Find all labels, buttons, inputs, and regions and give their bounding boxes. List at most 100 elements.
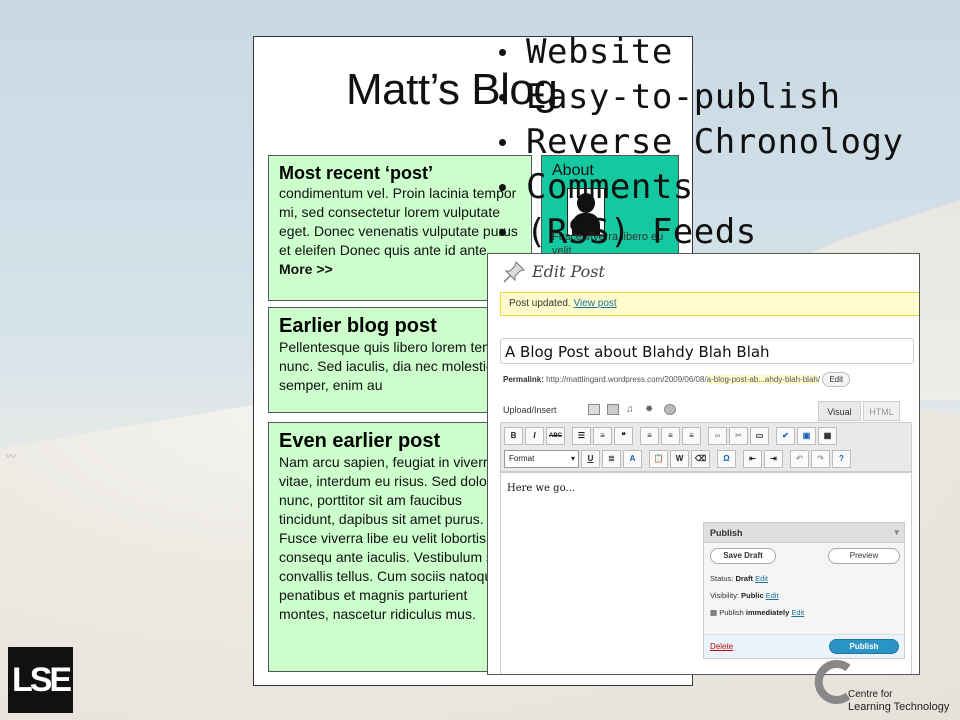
bullet-dot-icon xyxy=(499,49,506,56)
remove-format-icon[interactable]: ⌫ xyxy=(691,450,710,468)
post-body: condimentum vel. Proin lacinia tempor mi… xyxy=(279,184,521,279)
preview-button[interactable]: Preview xyxy=(828,548,900,564)
align-center-icon[interactable]: ≡ xyxy=(661,427,680,445)
paste-text-icon[interactable]: 📋 xyxy=(649,450,668,468)
align-right-icon[interactable]: ≡ xyxy=(682,427,701,445)
post-body: Nam arcu sapien, feugiat in viverra vita… xyxy=(279,454,516,622)
numbered-list-icon[interactable]: ≡ xyxy=(593,427,612,445)
status-label: Status: xyxy=(710,574,734,583)
clt-line-1: Centre for xyxy=(848,689,893,700)
text-color-icon[interactable]: A xyxy=(623,450,642,468)
add-media-icon[interactable]: ✹ xyxy=(645,404,657,415)
bullet-item: Comments xyxy=(496,165,903,210)
bullet-dot-icon xyxy=(499,184,506,191)
clt-logo-mark xyxy=(812,660,852,715)
visibility-label: Visibility: xyxy=(710,591,740,600)
bullet-item: Website xyxy=(496,30,903,75)
italic-icon[interactable]: I xyxy=(525,427,544,445)
edit-post-title: Edit Post xyxy=(532,262,605,281)
bold-icon[interactable]: B xyxy=(504,427,523,445)
visibility-edit-link[interactable]: Edit xyxy=(766,591,779,600)
more-tag-icon[interactable]: ▭ xyxy=(750,427,769,445)
post-body: Pellentesque quis libero lorem tempus nu… xyxy=(279,339,517,393)
post-heading: Most recent ‘post’ xyxy=(279,163,434,183)
toolbar-row-1: B I ABC ☰ ≡ ❝ ≡ ≡ ≡ ∞ ✂ ▭ ✔ ▣ ▦ xyxy=(504,427,837,445)
delete-link[interactable]: Delete xyxy=(710,642,733,651)
bullet-text: Website xyxy=(526,32,673,72)
publish-button[interactable]: Publish xyxy=(829,639,899,654)
bullet-item: (RSS) Feeds xyxy=(496,210,903,255)
save-draft-button[interactable]: Save Draft xyxy=(710,548,776,564)
status-edit-link[interactable]: Edit xyxy=(755,574,768,583)
schedule-row: ▦ Publish immediately Edit xyxy=(710,608,804,617)
add-image-icon[interactable] xyxy=(588,404,600,415)
post-title-input[interactable]: A Blog Post about Blahdy Blah Blah xyxy=(500,338,914,364)
underline-icon[interactable]: U xyxy=(581,450,600,468)
undo-icon[interactable]: ↶ xyxy=(790,450,809,468)
pushpin-icon xyxy=(503,261,525,283)
permalink-edit-button[interactable]: Edit xyxy=(822,372,851,387)
add-video-icon[interactable] xyxy=(607,404,619,415)
paste-word-icon[interactable]: W xyxy=(670,450,689,468)
clt-mark-icon xyxy=(814,660,851,704)
permalink-row: Permalink: http://mattlingard.wordpress.… xyxy=(503,372,913,387)
unlink-icon[interactable]: ✂ xyxy=(729,427,748,445)
tab-html[interactable]: HTML xyxy=(863,401,900,421)
special-char-icon[interactable]: Ω xyxy=(717,450,736,468)
editor-toolbar: B I ABC ☰ ≡ ❝ ≡ ≡ ≡ ∞ ✂ ▭ ✔ ▣ ▦ Format U… xyxy=(500,422,912,472)
more-link[interactable]: More >> xyxy=(279,261,333,277)
clt-text: Centre for Learning Technology xyxy=(848,688,949,714)
publish-box: Publish Save Draft Preview Status: Draft… xyxy=(703,522,905,659)
bullet-dot-icon xyxy=(499,94,506,101)
publish-label: Publish xyxy=(719,608,744,617)
bullet-text: Comments xyxy=(526,167,694,207)
visibility-row: Visibility: Public Edit xyxy=(710,591,779,600)
strikethrough-icon[interactable]: ABC xyxy=(546,427,565,445)
visibility-value: Public xyxy=(741,591,764,600)
spellcheck-icon[interactable]: ✔ xyxy=(776,427,795,445)
bullet-text: Easy-to-publish xyxy=(526,77,841,117)
clt-logo: Centre for Learning Technology xyxy=(812,658,952,718)
post-heading: Even earlier post xyxy=(279,430,441,452)
permalink-label: Permalink: xyxy=(503,375,544,384)
blockquote-icon[interactable]: ❝ xyxy=(614,427,633,445)
indent-icon[interactable]: ⇥ xyxy=(764,450,783,468)
editor-content[interactable]: Here we go... xyxy=(507,483,575,494)
bullet-text: Reverse Chronology xyxy=(526,122,904,162)
add-other-icon[interactable] xyxy=(664,404,676,415)
publish-footer: Delete Publish xyxy=(704,634,904,658)
help-icon[interactable]: ? xyxy=(832,450,851,468)
background-mark: 〰 xyxy=(6,452,16,463)
kitchen-sink-icon[interactable]: ▦ xyxy=(818,427,837,445)
view-post-link[interactable]: View post xyxy=(574,298,617,309)
status-value: Draft xyxy=(735,574,753,583)
permalink-slug[interactable]: a-blog-post-ab...ahdy-blah-blah xyxy=(706,375,818,384)
upload-icons: ♫ ✹ xyxy=(588,404,676,415)
redo-icon[interactable]: ↷ xyxy=(811,450,830,468)
bullet-item: Reverse Chronology xyxy=(496,120,903,165)
notice-text: Post updated. xyxy=(509,298,571,309)
fullscreen-icon[interactable]: ▣ xyxy=(797,427,816,445)
bullet-item: Easy-to-publish xyxy=(496,75,903,120)
bullet-dot-icon xyxy=(499,229,506,236)
justify-icon[interactable]: ≣ xyxy=(602,450,621,468)
permalink-end: / xyxy=(817,375,821,384)
post-heading: Earlier blog post xyxy=(279,315,437,337)
bullet-list-icon[interactable]: ☰ xyxy=(572,427,591,445)
calendar-icon: ▦ xyxy=(710,608,718,617)
tab-visual[interactable]: Visual xyxy=(818,401,861,421)
align-left-icon[interactable]: ≡ xyxy=(640,427,659,445)
format-select[interactable]: Format xyxy=(504,450,579,468)
bullet-dot-icon xyxy=(499,139,506,146)
edit-post-screenshot: Edit Post Post updated. View post A Blog… xyxy=(487,253,920,675)
schedule-edit-link[interactable]: Edit xyxy=(791,608,804,617)
permalink-base: http://mattlingard.wordpress.com/2009/06… xyxy=(546,375,707,384)
upload-insert-label: Upload/Insert xyxy=(503,405,557,415)
link-icon[interactable]: ∞ xyxy=(708,427,727,445)
add-audio-icon[interactable]: ♫ xyxy=(626,404,638,415)
outdent-icon[interactable]: ⇤ xyxy=(743,450,762,468)
status-row: Status: Draft Edit xyxy=(710,574,768,583)
update-notice: Post updated. View post xyxy=(500,292,919,316)
publish-value: immediately xyxy=(745,608,790,617)
publish-box-title[interactable]: Publish xyxy=(704,523,904,543)
